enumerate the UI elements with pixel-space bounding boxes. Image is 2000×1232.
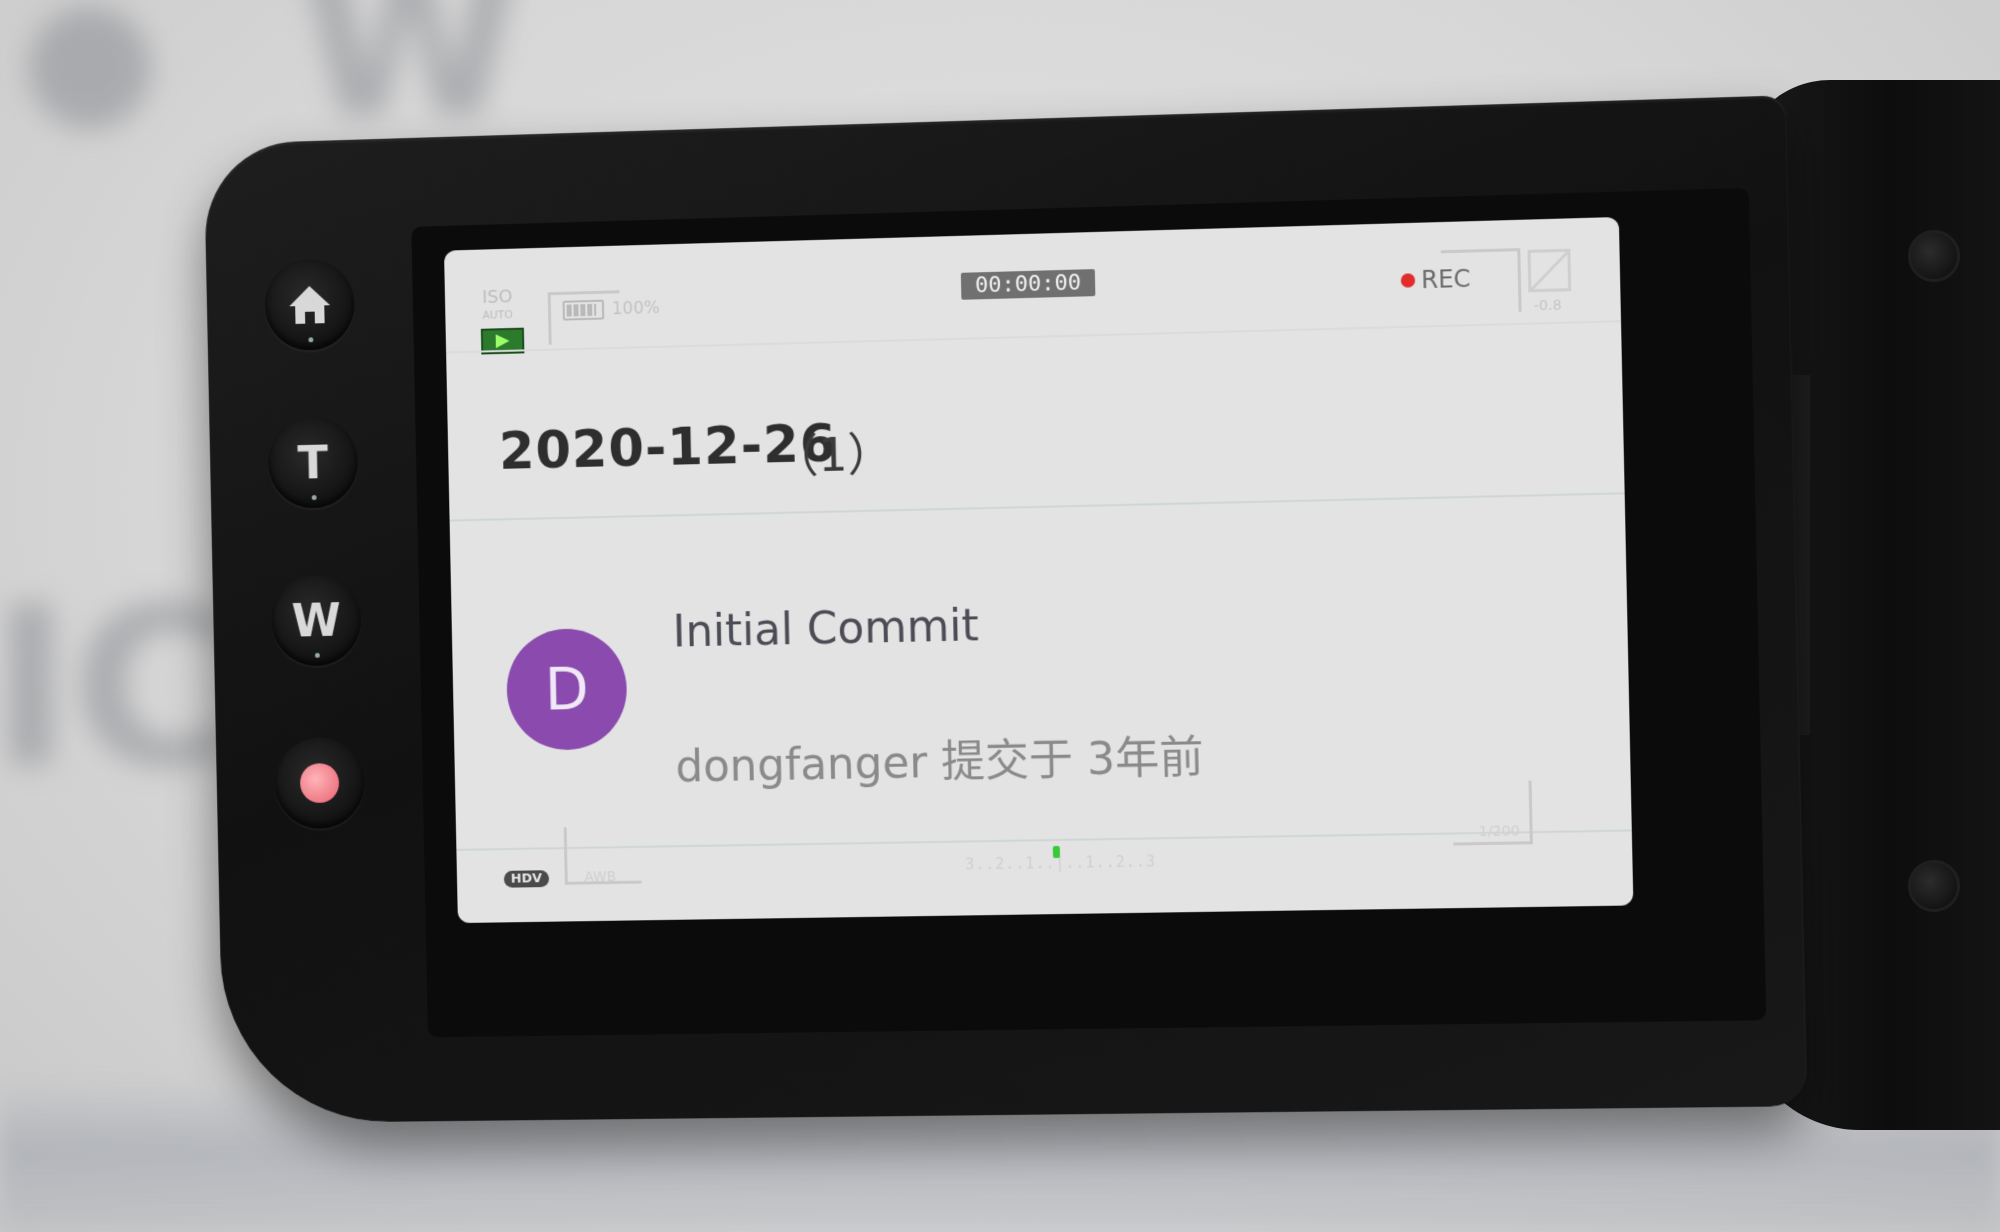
record-icon	[300, 763, 340, 803]
shutter-speed: 1/200	[1478, 823, 1519, 840]
commit-author-time: dongfanger 提交于 3年前	[675, 721, 1204, 795]
osd-frame-corner	[1441, 248, 1522, 314]
background-blur-glyph: IC	[0, 560, 233, 816]
battery-indicator: 100%	[563, 298, 660, 320]
exposure-comp-icon	[1527, 249, 1571, 293]
background-blur-glyph: ●	[20, 0, 160, 147]
battery-icon	[563, 300, 605, 321]
commit-count: （1）	[772, 417, 894, 486]
button-led	[315, 653, 320, 658]
zoom-tele-button[interactable]: T	[267, 416, 358, 509]
avatar-letter: D	[544, 655, 589, 723]
awb-label: AWB	[584, 869, 616, 885]
header-divider	[446, 320, 1621, 353]
author-avatar[interactable]: D	[506, 628, 628, 751]
camera-screw-icon	[1908, 230, 1960, 282]
lcd-panel: T W ISO AUTO 100% 00:00:00 REC -0.8 2020…	[204, 95, 1808, 1123]
lcd-screen: ISO AUTO 100% 00:00:00 REC -0.8 2020-12-…	[444, 217, 1633, 923]
camera-screw-icon	[1908, 860, 1960, 912]
iso-indicator: ISO AUTO	[482, 288, 513, 324]
timecode: 00:00:00	[961, 269, 1096, 300]
record-button[interactable]	[274, 737, 365, 829]
rec-dot-icon	[1401, 273, 1416, 288]
exposure-meter-marker	[1053, 846, 1060, 858]
format-badge: HDV	[504, 870, 549, 888]
home-icon	[285, 281, 334, 328]
exposure-meter-scale: 3..2..1..|..1..2..3	[965, 852, 1156, 873]
iso-label: ISO	[482, 286, 513, 308]
ev-value: -0.8	[1534, 298, 1562, 315]
zoom-tele-label: T	[297, 436, 329, 490]
battery-text: 100%	[612, 298, 660, 319]
home-button[interactable]	[264, 258, 355, 351]
zoom-wide-button[interactable]: W	[271, 574, 362, 667]
button-led	[312, 495, 317, 500]
scene: { "osd": { "iso_label": "ISO", "iso_sub"…	[0, 0, 2000, 1232]
group-divider	[450, 492, 1625, 521]
iso-sub-label: AUTO	[482, 306, 513, 325]
button-led	[308, 337, 313, 342]
zoom-wide-label: W	[291, 593, 341, 647]
commit-message-link[interactable]: Initial Commit	[672, 600, 979, 657]
